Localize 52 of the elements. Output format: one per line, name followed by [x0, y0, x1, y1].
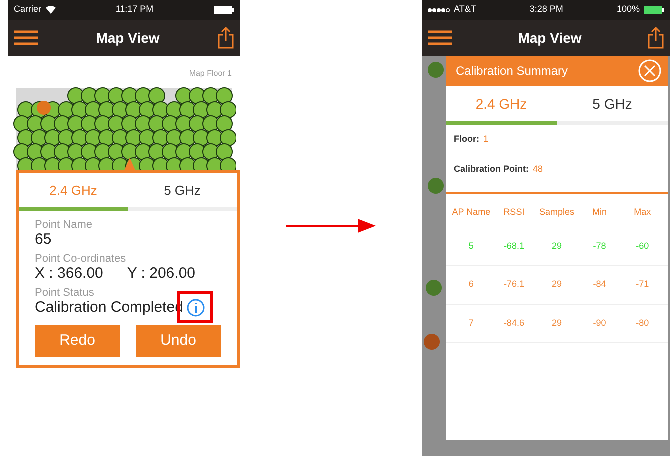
screen-title: Map View: [96, 28, 160, 48]
menu-icon[interactable]: [14, 30, 38, 46]
table-cell-text: 6: [468, 278, 475, 291]
table-cell-text: -80: [635, 316, 650, 330]
table-cell-text: -71: [635, 278, 650, 291]
info-label: Floor:: [454, 133, 480, 146]
carrier-name: AT&T: [454, 3, 476, 16]
table-cell-text: 7: [468, 316, 475, 330]
battery-percent: 100%: [616, 3, 640, 16]
share-icon[interactable]: [218, 27, 234, 49]
table-cell-text: -84: [592, 278, 608, 291]
info-icon[interactable]: [187, 298, 206, 317]
dialog-title: Calibration Summary: [456, 63, 568, 80]
close-icon[interactable]: [638, 59, 662, 83]
table-cell-text: -90: [592, 316, 608, 330]
wifi-icon: [46, 6, 56, 14]
field-value: X : 366.00: [35, 264, 104, 283]
field-label: Point Status: [35, 286, 96, 299]
field-value: 65: [35, 230, 53, 249]
battery-icon: [214, 6, 234, 14]
share-icon[interactable]: [648, 27, 664, 49]
arrow-icon: [286, 218, 376, 232]
action-button[interactable]: Undo: [136, 324, 221, 358]
status-time: 11:17 PM: [116, 3, 154, 16]
table-cell-text: 29: [550, 316, 563, 330]
column-header: Min: [592, 206, 608, 219]
column-header: AP Name: [451, 206, 492, 219]
field-label: Point Co-ordinates: [35, 252, 128, 265]
status-time: 3:28 PM: [530, 3, 564, 16]
table-cell-text: 29: [550, 278, 563, 291]
table-cell-text: -68.1: [502, 240, 526, 252]
table-cell-text: -84.6: [502, 316, 526, 330]
column-header: Samples: [538, 206, 576, 219]
info-value: 1: [484, 133, 489, 146]
field-label: Point Name: [35, 218, 94, 231]
battery-icon: [644, 6, 664, 14]
table-cell-text: -76.1: [502, 278, 526, 291]
table-cell-text: 5: [468, 240, 475, 252]
screen-title: Map View: [518, 28, 582, 48]
menu-icon[interactable]: [428, 30, 452, 46]
table-cell-text: -78: [592, 240, 608, 252]
signal-icon: [428, 8, 450, 12]
info-label: Calibration Point:: [454, 162, 529, 176]
table-cell-text: -60: [635, 240, 650, 252]
column-header: RSSI: [502, 206, 526, 219]
floor-label: Map Floor 1: [189, 68, 233, 80]
column-header: Max: [633, 206, 652, 219]
field-value: Y : 206.00: [127, 264, 196, 283]
carrier-name: Carrier: [14, 3, 42, 16]
table-cell-text: 29: [550, 240, 563, 252]
info-value: 48: [533, 162, 544, 176]
action-button[interactable]: Redo: [35, 324, 120, 358]
